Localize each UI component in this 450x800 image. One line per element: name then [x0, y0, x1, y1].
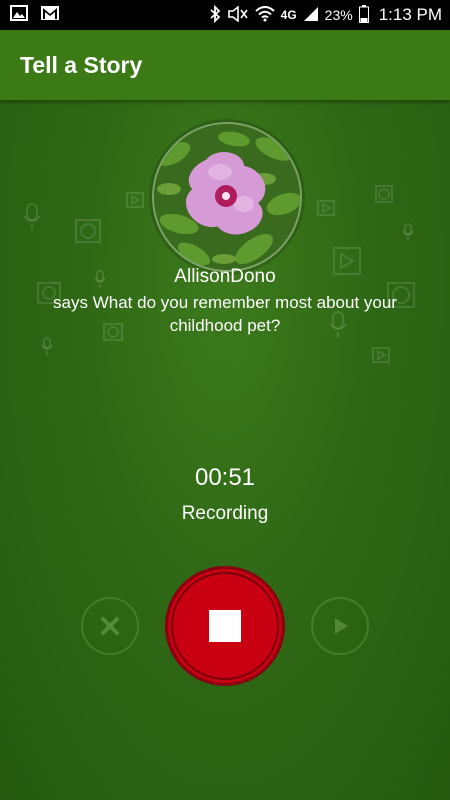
user-name: AllisonDono [174, 266, 276, 287]
battery-percent: 23% [324, 7, 353, 23]
video-icon [75, 219, 101, 243]
microphone-icon [402, 223, 414, 241]
gallery-icon [10, 4, 28, 26]
play-icon [317, 200, 335, 216]
recording-status: Recording [181, 503, 269, 524]
bluetooth-icon [209, 4, 221, 26]
mute-icon [227, 4, 249, 25]
avatar [152, 122, 302, 272]
status-bar: 4G 23% 1:13 PM [0, 0, 450, 30]
stop-recording-button[interactable] [165, 566, 285, 686]
play-icon [335, 618, 348, 634]
microphone-icon [41, 337, 53, 355]
app-bar: Tell a Story [0, 30, 450, 100]
app-title: Tell a Story [20, 51, 143, 78]
network-type-label: 4G [280, 8, 297, 22]
wifi-icon [254, 5, 275, 25]
play-icon [372, 347, 390, 363]
cancel-button[interactable] [81, 597, 139, 655]
stop-icon [209, 610, 241, 642]
microphone-icon [23, 203, 41, 230]
play-icon [126, 192, 144, 208]
flower-photo [154, 124, 300, 270]
recording-timer: 00:51 [194, 464, 256, 491]
close-icon [101, 617, 119, 635]
play-button[interactable] [311, 597, 369, 655]
video-icon [375, 185, 393, 203]
clock: 1:13 PM [378, 5, 442, 24]
battery-icon [358, 4, 369, 26]
gmail-icon [40, 5, 60, 26]
signal-icon [303, 6, 319, 25]
story-prompt: says What do you remember most about you… [53, 293, 397, 335]
